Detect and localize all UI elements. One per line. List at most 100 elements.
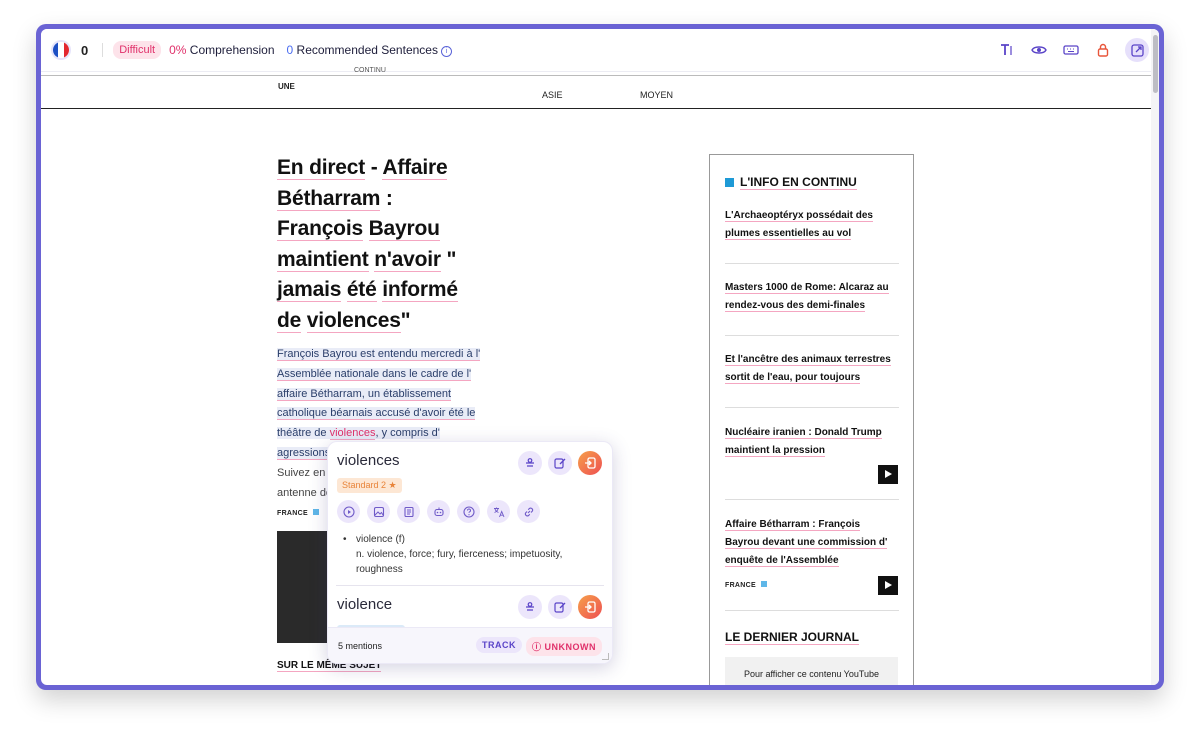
play-icon[interactable] — [878, 465, 898, 484]
news-line: Masters 1000 de Rome: Alcaraz au — [725, 282, 889, 294]
headline-word[interactable]: Affaire — [382, 156, 448, 180]
recommended-stat[interactable]: 0 Recommended Sentences i — [287, 43, 452, 57]
info-icon[interactable]: i — [440, 46, 452, 57]
toolbar-divider — [102, 43, 104, 57]
comprehension-percent: 0% — [169, 43, 187, 57]
lock-icon[interactable] — [1093, 40, 1113, 60]
headline-word[interactable]: Bétharram — [277, 186, 380, 211]
journal-heading-text: LE DERNIER JOURNAL — [725, 630, 860, 645]
french-flag-icon[interactable] — [53, 42, 69, 58]
nav-item-continu[interactable]: CONTINU — [354, 67, 386, 74]
sidebar-divider — [725, 610, 899, 611]
news-line: L'Archaeoptéryx possédait des — [725, 210, 873, 222]
news-line: Nucléaire iranien : Donald Trump — [725, 427, 882, 439]
window-frame: 0 Difficult 0% Comprehension 0 Recommend… — [36, 24, 1164, 690]
definition-headword: violence (f) — [356, 534, 405, 545]
recommended-label: Recommended Sentences — [296, 43, 438, 57]
text-size-icon[interactable] — [997, 40, 1017, 60]
headline-word[interactable]: François — [277, 217, 363, 241]
headline-word[interactable]: violences — [306, 308, 401, 333]
scrollbar[interactable] — [1151, 29, 1159, 685]
tag-square — [760, 581, 767, 587]
robot-icon[interactable] — [427, 500, 450, 523]
headline-word[interactable]: jamais — [277, 278, 341, 302]
image-icon[interactable] — [367, 500, 390, 523]
nav-bottom-divider — [41, 108, 1151, 109]
eye-icon[interactable] — [1029, 40, 1049, 60]
headline-word[interactable]: de — [277, 308, 301, 333]
sensitivity-icon[interactable] — [518, 451, 542, 475]
news-line: enquête de l'Assemblée — [725, 555, 839, 567]
sidebar-divider — [725, 407, 899, 408]
news-line: plumes essentielles au vol — [725, 228, 852, 240]
definition-text: roughness — [356, 564, 403, 575]
headline-word[interactable]: Bayrou — [368, 217, 440, 241]
selected-word-violences[interactable]: violences — [329, 427, 376, 441]
toolbar-actions — [997, 38, 1149, 62]
sidebar-category-tag[interactable]: FRANCE — [725, 581, 767, 589]
question-icon[interactable] — [457, 500, 480, 523]
headline-word[interactable]: informé — [382, 278, 458, 302]
sidebar-divider — [725, 499, 899, 500]
headline-sep: " — [400, 308, 411, 332]
word-lookup-popup: violences Standard 2 ★ • violence (f) n.… — [327, 441, 613, 664]
play-icon[interactable] — [878, 576, 898, 595]
popup-definition: • violence (f) n. violence, force; fury,… — [343, 532, 600, 577]
lead-line[interactable]: théâtre de violences, y compris d' — [277, 427, 440, 441]
sidebar-news-item[interactable]: Affaire Bétharram : François Bayrou devan… — [725, 516, 899, 570]
lead-line[interactable]: Assemblée nationale dans le cadre de l' — [277, 367, 472, 381]
article-category-tag[interactable]: FRANCE — [277, 509, 319, 517]
nav-item-moyen[interactable]: MOYEN — [640, 90, 673, 100]
difficulty-badge[interactable]: Difficult — [113, 41, 162, 59]
headline-word[interactable]: n'avoir — [374, 247, 441, 272]
level-badge: Standard 2 ★ — [337, 478, 402, 493]
headline-sep — [363, 217, 369, 240]
scrollbar-thumb[interactable] — [1153, 35, 1158, 93]
lead-line[interactable]: François Bayrou est entendu mercredi à l… — [277, 348, 481, 361]
lead-line[interactable]: Suivez en d — [277, 467, 334, 479]
edit-icon[interactable] — [548, 451, 572, 475]
nav-item-asie[interactable]: ASIE — [542, 90, 563, 100]
popup-word: violences — [337, 452, 400, 469]
headline-sep: - — [365, 156, 383, 179]
news-line: Et l'ancêtre des animaux terrestres — [725, 354, 891, 366]
headline-word[interactable]: maintient — [277, 247, 369, 272]
sidebar-news-item[interactable]: L'Archaeoptéryx possédait des plumes esse… — [725, 207, 899, 243]
headline-word[interactable]: En direct — [277, 156, 365, 180]
youtube-placeholder[interactable]: Pour afficher ce contenu YouTube — [725, 657, 898, 685]
popup-tools — [337, 500, 540, 523]
translate-icon[interactable] — [487, 500, 510, 523]
headline-word[interactable]: été — [346, 278, 377, 302]
lead-line[interactable]: affaire Bétharram, un établissement — [277, 387, 452, 401]
sidebar-news-item[interactable]: Nucléaire iranien : Donald Trump maintien… — [725, 424, 899, 460]
nav-item-une[interactable]: UNE — [278, 82, 295, 91]
sidebar-news-item[interactable]: Et l'ancêtre des animaux terrestres sort… — [725, 351, 899, 387]
document-icon[interactable] — [397, 500, 420, 523]
news-line: Affaire Bétharram : François — [725, 519, 861, 531]
resize-handle-icon[interactable] — [602, 653, 609, 660]
journal-heading: LE DERNIER JOURNAL — [725, 630, 860, 645]
lead-line[interactable]: antenne de — [277, 487, 332, 499]
sidebar-divider — [725, 263, 899, 264]
definition-text: n. violence, force; fury, fierceness; im… — [356, 549, 563, 560]
nav-top-divider — [41, 75, 1151, 76]
add-card-icon[interactable] — [578, 595, 602, 619]
open-external-icon[interactable] — [1125, 38, 1149, 62]
headline-sep — [341, 278, 347, 301]
headline-sep: " — [440, 247, 457, 271]
question-circle-icon: ⓘ — [532, 642, 542, 652]
add-card-icon[interactable] — [578, 451, 602, 475]
track-button[interactable]: TRACK — [476, 637, 522, 653]
sensitivity-icon[interactable] — [518, 595, 542, 619]
comprehension-stat: 0% Comprehension — [169, 43, 274, 57]
sidebar-news-item[interactable]: Masters 1000 de Rome: Alcaraz au rendez-v… — [725, 279, 899, 315]
link-icon[interactable] — [517, 500, 540, 523]
play-audio-icon[interactable] — [337, 500, 360, 523]
keyboard-icon[interactable] — [1061, 40, 1081, 60]
news-line: maintient la pression — [725, 445, 826, 457]
lead-line[interactable]: agressions — [277, 446, 331, 460]
recommended-count: 0 — [286, 43, 294, 57]
unknown-button[interactable]: ⓘ UNKNOWN — [526, 637, 603, 656]
edit-icon[interactable] — [548, 595, 572, 619]
lead-line[interactable]: catholique béarnais accusé d'avoir été l… — [277, 407, 476, 421]
